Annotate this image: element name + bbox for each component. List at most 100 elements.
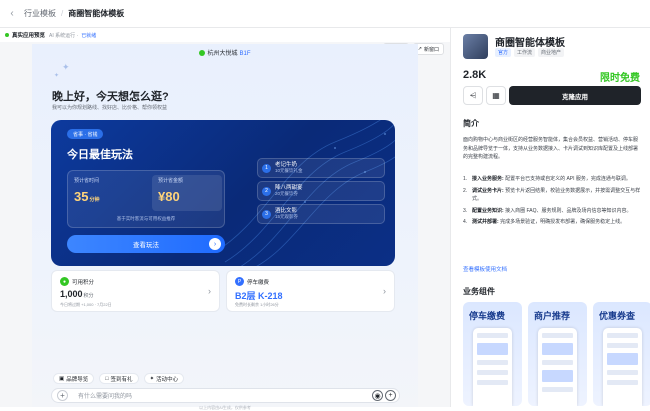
- chip-label: 签到有礼: [110, 376, 133, 383]
- chip-events[interactable]: ✦ 活动中心: [143, 373, 185, 384]
- breadcrumb-current: 商圈智能体模板: [68, 9, 125, 18]
- breadcrumb-separator: /: [61, 9, 64, 18]
- floor-label: B1F: [239, 51, 251, 57]
- live-status-icon: [5, 33, 9, 37]
- points-expiry: 今日将过期 +1,000 · 7月22日: [60, 302, 112, 307]
- location-selector[interactable]: 杭州大悦城 B1F: [32, 48, 418, 57]
- component-title: 优惠券查: [599, 311, 636, 321]
- route-benefit: 15元观影券: [275, 214, 299, 219]
- sparkle-small-icon: ✦: [54, 73, 60, 79]
- price-label: 限时免费: [600, 73, 640, 84]
- component-title: 停车缴费: [469, 311, 506, 321]
- time-saving-value: 35: [74, 189, 89, 204]
- money-saving-value: ¥80: [158, 189, 180, 204]
- greeting-title: 晚上好，今天想怎么逛?: [52, 91, 169, 103]
- time-saving-stat: 预计省时间 35分钟: [74, 177, 99, 204]
- intro-text: 面向购物中心与商业街区的经营服务智能体，集合会员权益、营销活动、停车服务和品牌导…: [463, 137, 639, 160]
- step-title: 测试并部署:: [472, 219, 499, 225]
- chip-brand-guide[interactable]: ▣ 品牌导览: [53, 373, 95, 384]
- step-title: 调试业务卡片:: [472, 187, 504, 194]
- voice-icon[interactable]: ◉: [372, 390, 383, 401]
- template-tags: 官方 工作流 商业地产: [495, 48, 565, 57]
- store-icon: ▣: [59, 375, 65, 382]
- route-item[interactable]: 2 降八两甜宴 20元餐饮券: [257, 181, 385, 201]
- points-icon: ●: [60, 277, 69, 286]
- qr-code-button[interactable]: ▦: [486, 86, 506, 105]
- component-card-coupon[interactable]: 优惠券查: [593, 302, 650, 406]
- chevron-right-icon: ›: [208, 286, 211, 296]
- points-card[interactable]: ● 可用积分 1,000积分 今日将过期 +1,000 · 7月22日 ›: [51, 270, 220, 312]
- component-card-merchant[interactable]: 商户推荐: [528, 302, 587, 406]
- parking-free-time: 免费时长剩余 1小时26分: [235, 302, 279, 307]
- open-label: 新窗口: [423, 46, 439, 53]
- tag-official: 官方: [495, 48, 512, 57]
- time-saving-unit: 分钟: [89, 197, 100, 203]
- step-number: 4.: [463, 219, 468, 225]
- component-gallery: 停车缴费 商户推荐 优惠券查: [463, 302, 650, 406]
- tag-commercial: 商业地产: [538, 48, 565, 57]
- parking-icon: P: [235, 277, 244, 286]
- component-preview: [538, 328, 577, 406]
- money-saving-stat: 预计省金额 ¥80: [158, 177, 183, 204]
- route-item[interactable]: 1 老记牛奶 10元餐饮礼金: [257, 158, 385, 178]
- parking-space: B2层 K-218: [235, 291, 283, 301]
- parking-label: 停车缴费: [247, 280, 270, 286]
- chat-input[interactable]: + 有什么需要问我的吗 ◉ +: [51, 388, 400, 403]
- route-number: 2: [262, 186, 271, 196]
- plan-title: 今日最佳玩法: [67, 149, 133, 161]
- gift-icon: □: [105, 375, 109, 382]
- qr-code-icon: ▦: [492, 91, 500, 100]
- components-heading: 业务组件: [463, 287, 495, 296]
- app-preview-pane: 真实应用预览 AI 系统运行 · 已就绪 ↻刷新 ↗新窗口 杭州大悦城B1F ✦…: [0, 28, 450, 410]
- plus-circle-icon[interactable]: +: [385, 390, 396, 401]
- add-icon[interactable]: +: [57, 390, 68, 401]
- points-unit: 积分: [83, 293, 94, 299]
- component-card-parking[interactable]: 停车缴费: [463, 302, 522, 406]
- chevron-right-icon: ›: [209, 238, 221, 250]
- sparkle-icon: ✦: [62, 62, 70, 72]
- sparkle-icon: ✦: [149, 375, 155, 382]
- step-title: 接入业务服务:: [472, 176, 504, 182]
- setup-steps: 1. 接入业务服务: 配置平台已支持或自定义的 API 服务，完成连通与联调。 2…: [463, 175, 641, 230]
- share-button[interactable]: ⩤: [463, 86, 483, 105]
- ai-disclaimer: 以上内容由AI生成，仅供参考: [199, 405, 251, 410]
- points-label: 可用积分: [72, 280, 95, 286]
- preview-status-title: 真实应用预览: [12, 33, 46, 39]
- route-number: 1: [262, 163, 271, 173]
- step-item: 1. 接入业务服务: 配置平台已支持或自定义的 API 服务，完成连通与联调。: [463, 175, 641, 184]
- step-title: 配置业务知识:: [472, 207, 504, 214]
- preview-status-bar: 真实应用预览 AI 系统运行 · 已就绪: [0, 28, 450, 42]
- chip-label: 品牌导览: [66, 376, 89, 383]
- route-item[interactable]: 3 酒比文影 15元观影券: [257, 204, 385, 224]
- location-pin-icon: [199, 50, 206, 57]
- plan-tag: 省事 · 省钱: [67, 129, 104, 139]
- parking-card[interactable]: P 停车缴费 B2层 K-218 免费时长剩余 1小时26分 ›: [226, 270, 395, 312]
- back-arrow-icon[interactable]: ‹: [6, 8, 18, 20]
- external-link-icon: ↗: [417, 46, 422, 52]
- component-preview: [603, 328, 642, 406]
- step-number: 1.: [463, 176, 468, 182]
- top-bar: ‹ 行业模板 / 商圈智能体模板: [0, 0, 650, 28]
- mall-agent-app: 杭州大悦城 B1F ✦ ✦ 晚上好，今天想怎么逛? 我可以为你规划路线、找好店、比…: [32, 44, 418, 410]
- time-saving-label: 预计省时间: [74, 178, 100, 184]
- view-plan-button[interactable]: 查看玩法 ›: [67, 235, 225, 253]
- preview-status-ok: 已就绪: [81, 32, 97, 39]
- route-benefit: 10元餐饮礼金: [275, 168, 303, 173]
- view-plan-label: 查看玩法: [133, 242, 159, 249]
- step-desc: 完成多场景验证，明确授发布部署，确保服务稳定上线。: [500, 219, 626, 225]
- intro-heading: 简介: [463, 119, 479, 128]
- clone-app-button[interactable]: 克隆应用: [509, 86, 641, 105]
- template-title: 商圈智能体模板: [495, 38, 565, 49]
- step-desc: 接入商圈 FAQ、服务规则、品牌及场内信息等知识内容。: [505, 207, 632, 214]
- savings-note: 基于实时客流与可用权益推荐: [116, 216, 176, 221]
- chip-checkin[interactable]: □ 签到有礼: [99, 373, 139, 384]
- breadcrumb-industry-templates[interactable]: 行业模板: [24, 8, 56, 19]
- route-benefit: 20元餐饮券: [275, 191, 299, 196]
- step-item: 3. 配置业务知识: 接入商圈 FAQ、服务规则、品牌及场内信息等知识内容。: [463, 207, 641, 216]
- best-plan-card: 省事 · 省钱 今日最佳玩法 预计省时间 35分钟 预计省金额 ¥80 基于实时…: [51, 120, 395, 266]
- docs-link[interactable]: 查看模板使用文档: [463, 265, 507, 273]
- usage-count: 2.8K: [463, 69, 487, 81]
- template-thumbnail: [463, 34, 488, 59]
- component-title: 商户推荐: [534, 311, 571, 321]
- quick-actions: ▣ 品牌导览 □ 签到有礼 ✦ 活动中心: [53, 373, 185, 384]
